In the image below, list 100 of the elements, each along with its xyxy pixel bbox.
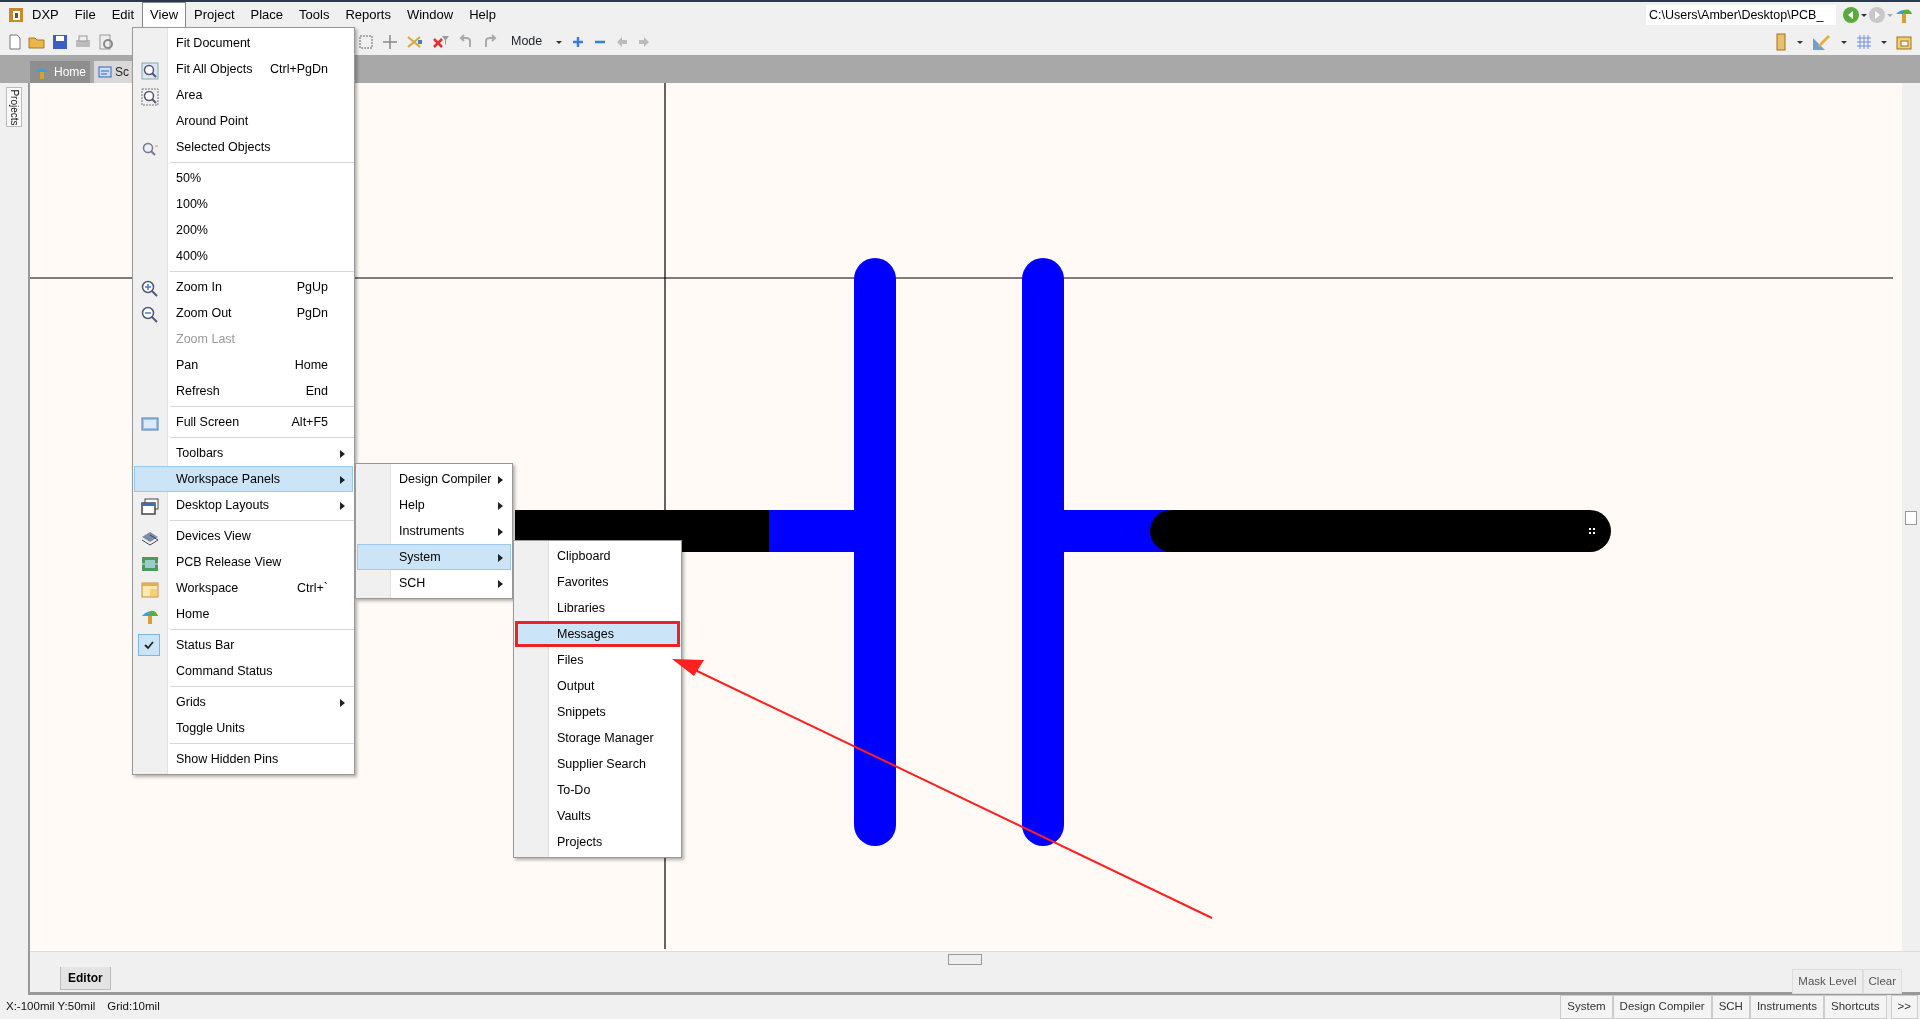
submenu-arrow-icon <box>498 528 503 536</box>
grid-icon[interactable] <box>1856 33 1872 50</box>
menu-item[interactable]: Around Point <box>134 108 353 134</box>
circuit-board-icon <box>141 554 159 573</box>
zoom-in-icon <box>141 279 159 298</box>
zoom-out-icon <box>141 305 159 324</box>
menu-item[interactable]: 100% <box>134 191 353 217</box>
selection-rectangle-icon[interactable] <box>358 33 374 50</box>
menu-item[interactable]: Devices View <box>134 523 353 549</box>
menu-item[interactable]: Projects <box>515 829 680 855</box>
move-icon[interactable] <box>382 33 398 50</box>
chip-icon[interactable] <box>1774 32 1788 51</box>
submenu-arrow-icon <box>340 450 345 458</box>
new-file-icon[interactable] <box>8 33 22 50</box>
menu-item[interactable]: SCH <box>357 570 511 596</box>
menu-item[interactable]: Grids <box>134 689 353 715</box>
horizontal-scrollbar[interactable] <box>30 951 1920 967</box>
menu-item[interactable]: Workspace Panels <box>134 466 353 492</box>
menu-item[interactable]: Pan Home <box>134 352 353 378</box>
menu-item[interactable]: Show Hidden Pins <box>134 746 353 772</box>
mask-button[interactable]: Clear <box>1862 969 1902 995</box>
menu-item[interactable]: Clipboard <box>515 543 680 569</box>
grid-text: Grid:10mil <box>107 999 160 1015</box>
mode-dropdown[interactable]: Mode <box>506 31 548 52</box>
menu-item[interactable]: Full Screen Alt+F5 <box>134 409 353 435</box>
menu-item[interactable]: Help <box>461 2 504 28</box>
editor-tab[interactable]: Editor <box>60 967 111 990</box>
menu-item[interactable]: Snippets <box>515 699 680 725</box>
menu-item[interactable]: Favorites <box>515 569 680 595</box>
undo-icon[interactable] <box>458 33 474 50</box>
menu-item[interactable]: Vaults <box>515 803 680 829</box>
menu-item[interactable]: To-Do <box>515 777 680 803</box>
submenu-arrow-icon <box>340 502 345 510</box>
panel-button[interactable]: Instruments <box>1749 995 1824 1019</box>
menu-item[interactable]: Workspace Ctrl+` <box>134 575 353 601</box>
magnifier-icon <box>141 87 159 106</box>
mask-button[interactable]: Mask Level <box>1792 969 1863 995</box>
schematic-icon <box>97 65 113 79</box>
menu-item[interactable]: View <box>142 2 187 28</box>
screen-icon <box>141 414 159 433</box>
menu-item[interactable]: Place <box>242 2 292 28</box>
menu-item[interactable]: Refresh End <box>134 378 353 404</box>
menu-item[interactable]: Edit <box>103 2 143 28</box>
menu-item[interactable]: Area <box>134 82 353 108</box>
menu-item[interactable]: System <box>357 544 511 570</box>
menu-item[interactable]: Libraries <box>515 595 680 621</box>
menu-item[interactable]: PCB Release View <box>134 549 353 575</box>
print-preview-icon[interactable] <box>98 33 114 50</box>
menu-item[interactable]: Design Compiler <box>357 466 511 492</box>
menu-item[interactable]: 400% <box>134 243 353 269</box>
document-tab[interactable]: Sc <box>94 61 132 83</box>
panel-button[interactable]: System <box>1560 995 1613 1019</box>
menu-item[interactable]: Tools <box>291 2 338 28</box>
menu-item[interactable]: Output <box>515 673 680 699</box>
print-icon[interactable] <box>74 33 92 50</box>
clear-filter-icon[interactable] <box>432 33 450 50</box>
panel-button[interactable]: Shortcuts <box>1824 995 1887 1019</box>
menu-item[interactable]: Supplier Search <box>515 751 680 777</box>
menu-item[interactable]: Zoom In PgUp <box>134 274 353 300</box>
more-button[interactable]: >> <box>1890 995 1918 1019</box>
submenu-arrow-icon <box>498 554 503 562</box>
window-icon <box>141 580 159 599</box>
menu-item[interactable]: Messages <box>515 621 680 647</box>
menu-item[interactable]: Files <box>515 647 680 673</box>
menu-item[interactable]: Help <box>357 492 511 518</box>
menu-item[interactable]: Desktop Layouts <box>134 492 353 518</box>
menu-item[interactable]: Status Bar <box>134 632 353 658</box>
path-field[interactable]: C:\Users\Amber\Desktop\PCB_ <box>1646 5 1836 25</box>
panel-button[interactable]: SCH <box>1711 995 1750 1019</box>
ruler-pencil-icon[interactable] <box>1812 32 1832 51</box>
menu-item[interactable]: Project <box>186 2 243 28</box>
menu-item[interactable]: Window <box>398 2 462 28</box>
menu-item[interactable]: Fit All Objects Ctrl+PgDn <box>134 56 353 82</box>
menu-item[interactable]: 200% <box>134 217 353 243</box>
menu-item[interactable]: Toggle Units <box>134 715 353 741</box>
right-arrow-icon[interactable] <box>637 34 652 49</box>
menu-item[interactable]: Selected Objects <box>134 134 353 160</box>
submenu-arrow-icon <box>340 476 345 484</box>
menu-item[interactable]: 50% <box>134 165 353 191</box>
app-logo-icon <box>8 7 24 23</box>
menu-item[interactable]: File <box>66 2 104 28</box>
menu-item[interactable]: Fit Document <box>134 30 353 56</box>
menu-item[interactable]: Home <box>134 601 353 627</box>
menu-item[interactable]: Zoom Out PgDn <box>134 300 353 326</box>
save-icon[interactable] <box>52 33 68 50</box>
menu-item[interactable]: Command Status <box>134 658 353 684</box>
menu-item[interactable]: Instruments <box>357 518 511 544</box>
side-panel-tab[interactable]: Projects <box>6 87 22 127</box>
redo-icon[interactable] <box>482 33 498 50</box>
cross-select-icon[interactable] <box>406 33 424 50</box>
dropdown-caret-icon[interactable] <box>1860 11 1868 19</box>
plus-icon[interactable] <box>571 34 586 49</box>
folder-icon[interactable] <box>1896 33 1912 50</box>
panel-button[interactable]: Design Compiler <box>1612 995 1712 1019</box>
menu-item[interactable]: Storage Manager <box>515 725 680 751</box>
menu-item[interactable]: DXP <box>24 2 67 28</box>
menu-item[interactable]: Toolbars <box>134 440 353 466</box>
submenu-arrow-icon <box>498 476 503 484</box>
coordinates-text: X:-100mil Y:50mil <box>6 999 96 1015</box>
menu-item[interactable]: Reports <box>337 2 399 28</box>
